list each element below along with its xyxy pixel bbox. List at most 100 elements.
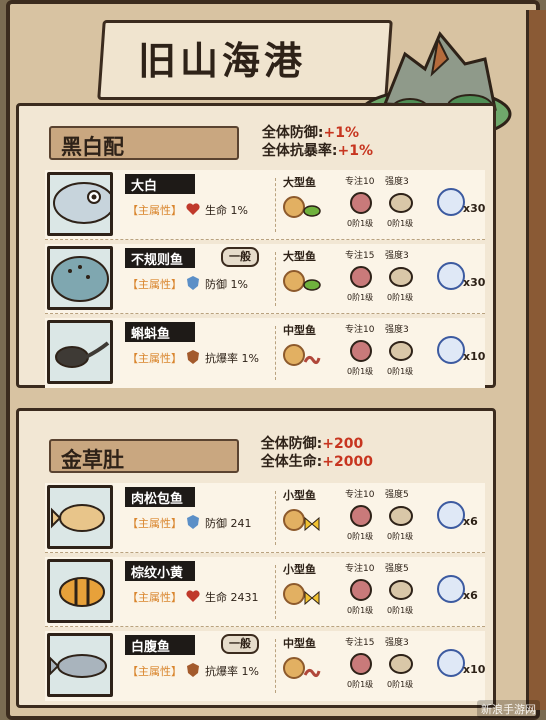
stat-text: 生命 2431 xyxy=(205,591,259,604)
fish-name: 不规则鱼 xyxy=(125,248,195,268)
fish-size: 小型鱼 xyxy=(283,489,316,502)
fish-striped-yellow-icon xyxy=(59,577,105,607)
page-title: 旧山海港 xyxy=(138,39,307,83)
stat-text: 防御 241 xyxy=(205,517,252,530)
line-sub: 0阶1级 xyxy=(387,219,414,228)
attr-tag: 【主属性】 xyxy=(127,665,182,678)
line-sub: 0阶1级 xyxy=(387,532,414,541)
watermark: 新浪手游网 xyxy=(477,700,540,718)
line-sub: 0阶1级 xyxy=(387,606,414,615)
line-requirement: 强度3 xyxy=(385,251,409,261)
fish-row[interactable]: 肉松包鱼 【主属性】 防御 241 小型鱼 专注10 强度5 0阶1级 0阶1级… xyxy=(45,483,485,553)
butterfly-bait-icon xyxy=(304,517,320,531)
bonus-label: 全体生命: xyxy=(260,454,323,470)
heart-icon xyxy=(186,203,200,215)
divider xyxy=(275,565,276,619)
fish-name: 大白 xyxy=(125,174,195,194)
fish-size: 中型鱼 xyxy=(283,637,316,650)
attr-tag: 【主属性】 xyxy=(127,278,182,291)
attr-tag: 【主属性】 xyxy=(127,591,182,604)
coin-icon xyxy=(437,262,465,290)
stat-text: 生命 1% xyxy=(205,204,248,217)
fish-tadpole-icon xyxy=(55,341,110,368)
divider xyxy=(275,326,276,380)
fish-name: 蝌蚪鱼 xyxy=(125,322,195,342)
fish-name: 肉松包鱼 xyxy=(125,487,195,507)
line-requirement: 强度3 xyxy=(385,325,409,335)
shield-brown-icon xyxy=(187,663,199,677)
stat-text: 抗爆率 1% xyxy=(205,665,259,678)
set-header: 金草肚 xyxy=(49,439,239,473)
coin-icon xyxy=(437,501,465,529)
rod-gear-icon xyxy=(350,505,372,527)
fish-set-section: 金草肚 全体防御:+200 全体生命:+2000 肉松包鱼 【主属性】 防御 2… xyxy=(16,408,496,708)
fish-name: 棕纹小黄 xyxy=(125,561,195,581)
fish-row[interactable]: 不规则鱼 一般 【主属性】 防御 1% 大型鱼 专注15 强度3 0阶1级 0阶… xyxy=(45,244,485,314)
line-gear-icon xyxy=(389,341,413,361)
bait-ball-icon xyxy=(283,196,305,218)
attr-tag: 【主属性】 xyxy=(127,517,182,530)
line-requirement: 强度3 xyxy=(385,177,409,187)
fish-set-section: 黑白配 全体防御:+1% 全体抗暴率:+1% 大白 【主属性】 生命 1% 大型… xyxy=(16,103,496,388)
set-title: 黑白配 xyxy=(61,135,124,159)
line-gear-icon xyxy=(389,267,413,287)
worm-bait-icon xyxy=(303,355,321,365)
butterfly-bait-icon xyxy=(304,591,320,605)
bonus-value: +1% xyxy=(323,125,360,141)
green-bait-icon xyxy=(303,205,321,217)
rod-sub: 0阶1级 xyxy=(347,293,374,302)
divider xyxy=(275,491,276,545)
heart-icon xyxy=(186,590,200,602)
fish-row[interactable]: 大白 【主属性】 生命 1% 大型鱼 专注10 强度3 0阶1级 0阶1级 x3… xyxy=(45,170,485,240)
rod-requirement: 专注10 xyxy=(345,325,375,335)
coin-icon xyxy=(437,649,465,677)
line-gear-icon xyxy=(389,654,413,674)
rod-sub: 0阶1级 xyxy=(347,532,374,541)
line-requirement: 强度5 xyxy=(385,564,409,574)
bait-ball-icon xyxy=(283,509,305,531)
bonus-label: 全体抗暴率: xyxy=(261,143,338,159)
rod-gear-icon xyxy=(350,340,372,362)
fish-name: 白腹鱼 xyxy=(125,635,195,655)
bait-ball-icon xyxy=(283,344,305,366)
bonus-value: +2000 xyxy=(322,454,373,470)
bonus-label: 全体防御: xyxy=(260,436,323,452)
line-gear-icon xyxy=(389,580,413,600)
fish-size: 大型鱼 xyxy=(283,176,316,189)
set-bonus: 全体防御:+200 全体生命:+2000 xyxy=(261,435,373,471)
line-sub: 0阶1级 xyxy=(387,680,414,689)
fish-portrait xyxy=(47,559,113,623)
fish-portrait xyxy=(47,246,113,310)
coin-count: x10 xyxy=(463,350,486,363)
coin-icon xyxy=(437,575,465,603)
fish-row[interactable]: 白腹鱼 一般 【主属性】 抗爆率 1% 中型鱼 专注15 强度3 0阶1级 0阶… xyxy=(45,631,485,701)
bait-ball-icon xyxy=(283,583,305,605)
set-header: 黑白配 xyxy=(49,126,239,160)
coin-count: x6 xyxy=(463,515,478,528)
coin-count: x10 xyxy=(463,663,486,676)
book-spine xyxy=(526,10,546,710)
line-gear-icon xyxy=(389,506,413,526)
coin-count: x6 xyxy=(463,589,478,602)
line-sub: 0阶1级 xyxy=(387,367,414,376)
bait-ball-icon xyxy=(283,657,305,679)
fish-row[interactable]: 棕纹小黄 【主属性】 生命 2431 小型鱼 专注10 强度5 0阶1级 0阶1… xyxy=(45,557,485,627)
rarity-badge: 一般 xyxy=(221,247,259,267)
rod-gear-icon xyxy=(350,266,372,288)
rod-requirement: 专注10 xyxy=(345,564,375,574)
attr-tag: 【主属性】 xyxy=(127,352,182,365)
set-title: 金草肚 xyxy=(61,448,124,472)
green-bait-icon xyxy=(303,279,321,291)
fish-size: 小型鱼 xyxy=(283,563,316,576)
line-requirement: 强度3 xyxy=(385,638,409,648)
coin-count: x30 xyxy=(463,276,486,289)
fish-white-belly-icon xyxy=(50,654,107,678)
fish-pufferfish-icon xyxy=(51,504,105,532)
shield-blue-icon xyxy=(187,515,199,529)
rod-sub: 0阶1级 xyxy=(347,680,374,689)
line-gear-icon xyxy=(389,193,413,213)
fish-row[interactable]: 蝌蚪鱼 【主属性】 抗爆率 1% 中型鱼 专注10 强度3 0阶1级 0阶1级 … xyxy=(45,318,485,388)
rod-requirement: 专注15 xyxy=(345,251,375,261)
coin-count: x30 xyxy=(463,202,486,215)
bonus-value: +200 xyxy=(322,436,364,452)
